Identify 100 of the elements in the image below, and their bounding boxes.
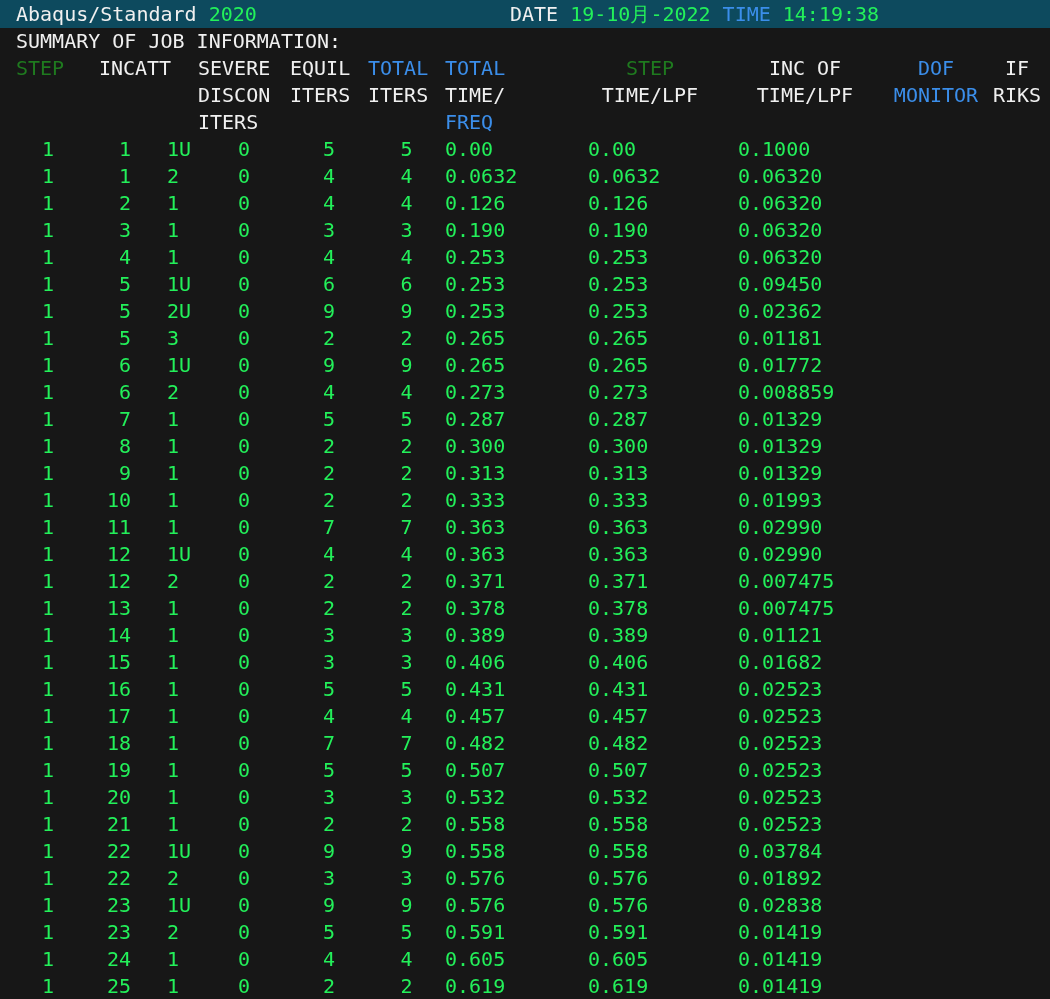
table-cell: 0 — [237, 191, 250, 215]
table-cell: 0 — [237, 866, 250, 890]
column-header: TOTAL — [368, 56, 429, 80]
table-cell: 5 — [322, 920, 335, 944]
table-cell: 24 — [106, 947, 131, 971]
table-cell: 1 — [167, 650, 180, 674]
table-cell: 2 — [118, 191, 131, 215]
table-cell: 5 — [322, 137, 335, 161]
column-header: ATT — [135, 56, 172, 80]
table-cell: 4 — [322, 947, 335, 971]
table-cell: 0.482 — [445, 731, 506, 755]
table-cell: 1 — [41, 515, 54, 539]
table-cell: 0 — [237, 272, 250, 296]
table-cell: 0 — [237, 461, 250, 485]
table-cell: 4 — [400, 542, 413, 566]
table-cell: 0.1000 — [738, 137, 811, 161]
table-cell: 0.363 — [445, 542, 506, 566]
table-cell: 0.273 — [588, 380, 649, 404]
column-header: DISCON — [198, 83, 271, 107]
table-cell: 0.389 — [588, 623, 649, 647]
table-cell: 0.01419 — [738, 920, 823, 944]
table-cell: 0 — [237, 326, 250, 350]
table-cell: 0 — [237, 920, 250, 944]
table-cell: 1U — [167, 272, 192, 296]
table-cell: 0.190 — [445, 218, 506, 242]
table-cell: 0.378 — [588, 596, 649, 620]
table-cell: 5 — [322, 677, 335, 701]
column-header: FREQ — [445, 110, 494, 134]
table-cell: 1 — [41, 920, 54, 944]
table-cell: 0.02523 — [738, 704, 823, 728]
table-cell: 9 — [322, 299, 335, 323]
table-cell: 2 — [400, 488, 413, 512]
table-cell: 4 — [400, 947, 413, 971]
table-cell: 23 — [106, 893, 131, 917]
table-cell: 1U — [167, 839, 192, 863]
table-cell: 0.01892 — [738, 866, 823, 890]
table-cell: 1 — [167, 947, 180, 971]
table-cell: 0.09450 — [738, 272, 823, 296]
table-cell: 0.01419 — [738, 974, 823, 998]
table-cell: 12 — [106, 542, 131, 566]
table-cell: 2 — [167, 866, 180, 890]
table-cell: 1 — [41, 812, 54, 836]
table-cell: 5 — [322, 758, 335, 782]
table-cell: 3 — [400, 218, 413, 242]
table-cell: 3 — [322, 866, 335, 890]
table-cell: 0.253 — [445, 272, 506, 296]
table-cell: 0 — [237, 380, 250, 404]
table-cell: 0 — [237, 731, 250, 755]
table-cell: 0.363 — [588, 542, 649, 566]
table-cell: 1 — [41, 650, 54, 674]
table-cell: 0.01419 — [738, 947, 823, 971]
table-cell: 0.265 — [588, 326, 649, 350]
table-cell: 1 — [167, 974, 180, 998]
table-cell: 6 — [118, 353, 131, 377]
table-cell: 0.02523 — [738, 731, 823, 755]
table-cell: 9 — [400, 893, 413, 917]
table-cell: 0.06320 — [738, 245, 823, 269]
table-cell: 4 — [400, 245, 413, 269]
table-cell: 1 — [41, 218, 54, 242]
table-cell: 0 — [237, 299, 250, 323]
table-cell: 1 — [41, 326, 54, 350]
table-cell: 1 — [167, 677, 180, 701]
table-cell: 25 — [106, 974, 131, 998]
table-cell: 1 — [41, 704, 54, 728]
table-cell: 0.619 — [445, 974, 506, 998]
table-cell: 1 — [41, 353, 54, 377]
table-cell: 1 — [41, 488, 54, 512]
table-cell: 2 — [400, 326, 413, 350]
table-cell: 1 — [41, 758, 54, 782]
column-header: IF — [1004, 56, 1030, 80]
table-cell: 1U — [167, 353, 192, 377]
table-cell: 0 — [237, 812, 250, 836]
table-cell: 1 — [167, 758, 180, 782]
column-header: TIME/ — [445, 83, 506, 107]
table-cell: 4 — [400, 164, 413, 188]
table-cell: 4 — [118, 245, 131, 269]
table-cell: 1 — [41, 407, 54, 431]
table-cell: 1 — [167, 434, 180, 458]
table-cell: 0.265 — [588, 353, 649, 377]
table-cell: 2 — [167, 569, 180, 593]
table-cell: 0.01329 — [738, 434, 823, 458]
table-cell: 18 — [106, 731, 131, 755]
table-cell: 9 — [400, 299, 413, 323]
table-cell: 0.576 — [445, 866, 506, 890]
table-cell: 1 — [167, 191, 180, 215]
table-cell: 0.300 — [588, 434, 649, 458]
table-cell: 1 — [41, 299, 54, 323]
table-cell: 0 — [237, 407, 250, 431]
table-cell: 23 — [106, 920, 131, 944]
table-cell: 1 — [41, 866, 54, 890]
table-cell: 2 — [400, 569, 413, 593]
table-cell: 9 — [322, 353, 335, 377]
table-cell: 2 — [400, 596, 413, 620]
table-cell: 9 — [322, 893, 335, 917]
table-cell: 0.03784 — [738, 839, 823, 863]
table-cell: 0.371 — [588, 569, 649, 593]
table-cell: 1 — [118, 137, 131, 161]
table-cell: 0.00 — [445, 137, 494, 161]
table-cell: 1 — [118, 164, 131, 188]
table-cell: 0.02523 — [738, 758, 823, 782]
